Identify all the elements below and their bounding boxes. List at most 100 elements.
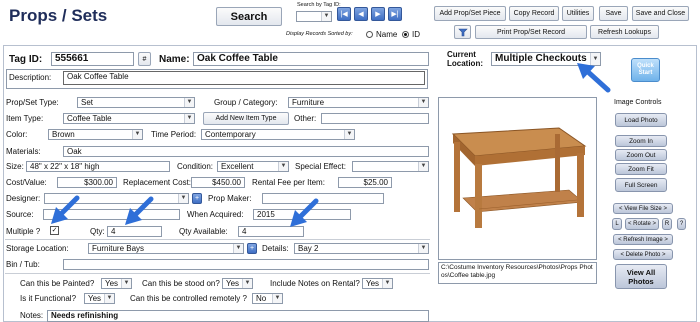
- item-type-combo[interactable]: Coffee Table ▼: [63, 113, 195, 124]
- painted-combo[interactable]: Yes ▼: [101, 278, 132, 289]
- chevron-down-icon: ▼: [104, 294, 114, 303]
- annotation-arrow-multiple: [51, 195, 80, 224]
- cost-value-field[interactable]: $300.00: [57, 177, 117, 188]
- copy-record-button[interactable]: Copy Record: [509, 6, 559, 21]
- description-field[interactable]: Oak Coffee Table: [63, 71, 425, 85]
- replacement-cost-field[interactable]: $450.00: [191, 177, 245, 188]
- filter-button[interactable]: [454, 25, 471, 39]
- zoom-out-button[interactable]: Zoom Out: [615, 149, 667, 161]
- stood-on-label: Can this be stood on?: [142, 279, 220, 288]
- tag-search-combo[interactable]: ▼: [296, 11, 332, 22]
- special-effect-label: Special Effect:: [295, 162, 346, 171]
- add-prop-set-piece-button[interactable]: Add Prop/Set Piece: [434, 6, 506, 21]
- time-period-label: Time Period:: [151, 130, 197, 139]
- print-record-button[interactable]: Print Prop/Set Record: [475, 25, 587, 39]
- zoom-fit-button[interactable]: Zoom Fit: [615, 163, 667, 175]
- remote-value: No: [256, 294, 267, 303]
- replacement-cost-label: Replacement Cost:: [123, 178, 192, 187]
- rotate-button[interactable]: < Rotate >: [625, 218, 659, 230]
- storage-location-combo[interactable]: Furniture Bays ▼: [88, 243, 244, 254]
- view-file-size-button[interactable]: < View File Size >: [613, 203, 673, 214]
- rotate-left-button[interactable]: L: [612, 218, 622, 230]
- cost-value-label: Cost/Value:: [6, 178, 47, 187]
- size-field[interactable]: 48" x 22" x 18" high: [26, 161, 170, 172]
- quick-start-button[interactable]: Quick Start: [631, 58, 660, 82]
- chevron-down-icon: ▼: [418, 244, 428, 253]
- photo-frame: [438, 97, 597, 260]
- notes-label: Notes:: [20, 311, 44, 320]
- utilities-button[interactable]: Utilities: [562, 6, 594, 21]
- add-designer-button[interactable]: +: [192, 193, 202, 204]
- photo-path-text: C:\Costume Inventory Resources\Photos\Pr…: [441, 264, 593, 279]
- prop-set-type-combo[interactable]: Set ▼: [77, 97, 195, 108]
- search-button[interactable]: Search: [216, 7, 282, 26]
- item-type-label: Item Type:: [6, 114, 44, 123]
- include-notes-label: Include Notes on Rental?: [270, 279, 360, 288]
- multiple-checkbox[interactable]: ✓: [50, 226, 59, 235]
- tag-hash-button[interactable]: #: [138, 52, 151, 66]
- materials-label: Materials:: [6, 147, 41, 156]
- bin-tub-field[interactable]: [63, 259, 429, 270]
- remote-label: Can this be controlled remotely ?: [130, 294, 247, 303]
- item-type-value: Coffee Table: [67, 114, 112, 123]
- prev-record-button[interactable]: ◀: [354, 7, 368, 21]
- remote-combo[interactable]: No ▼: [252, 293, 283, 304]
- bin-tub-label: Bin / Tub:: [6, 260, 40, 269]
- prop-maker-field[interactable]: [262, 193, 384, 204]
- last-record-button[interactable]: ▶|: [388, 7, 402, 21]
- color-combo[interactable]: Brown ▼: [48, 129, 143, 140]
- other-field[interactable]: [321, 113, 429, 124]
- refresh-image-button[interactable]: < Refresh Image >: [613, 234, 673, 245]
- group-category-combo[interactable]: Furniture ▼: [288, 97, 429, 108]
- rotate-right-button[interactable]: R: [662, 218, 672, 230]
- add-storage-location-button[interactable]: +: [247, 243, 257, 254]
- include-notes-value: Yes: [366, 279, 380, 288]
- details-combo[interactable]: Bay 2 ▼: [294, 243, 429, 254]
- stood-on-combo[interactable]: Yes ▼: [222, 278, 253, 289]
- chevron-down-icon: ▼: [184, 114, 194, 123]
- sort-label: Display Records Sorted by:: [286, 31, 353, 37]
- load-photo-button[interactable]: Load Photo: [615, 113, 667, 127]
- save-button[interactable]: Save: [599, 6, 628, 21]
- refresh-lookups-button[interactable]: Refresh Lookups: [590, 25, 659, 39]
- view-all-photos-button[interactable]: View All Photos: [615, 264, 667, 289]
- tag-id-label: Tag ID:: [9, 54, 43, 65]
- first-record-button[interactable]: |◀: [337, 7, 351, 21]
- condition-combo[interactable]: Excellent ▼: [217, 161, 289, 172]
- sort-name-radio[interactable]: [366, 31, 373, 38]
- next-record-button[interactable]: ▶: [371, 7, 385, 21]
- chevron-down-icon: ▼: [344, 130, 354, 139]
- prop-set-type-label: Prop/Set Type:: [6, 98, 59, 107]
- sort-id-radio[interactable]: [402, 31, 409, 38]
- search-by-tag-label: Search by Tag ID:: [297, 2, 341, 8]
- rental-fee-field[interactable]: $25.00: [338, 177, 392, 188]
- notes-field[interactable]: Needs refinishing: [47, 310, 429, 322]
- delete-photo-button[interactable]: < Delete Photo >: [613, 249, 673, 260]
- special-effect-combo[interactable]: ▼: [352, 161, 429, 172]
- functional-combo[interactable]: Yes ▼: [84, 293, 115, 304]
- help-button[interactable]: ?: [677, 218, 686, 230]
- full-screen-button[interactable]: Full Screen: [615, 178, 667, 192]
- include-notes-combo[interactable]: Yes ▼: [362, 278, 393, 289]
- chevron-down-icon: ▼: [121, 279, 131, 288]
- stood-on-value: Yes: [226, 279, 240, 288]
- tag-id-field[interactable]: 555661: [51, 52, 134, 66]
- other-label: Other:: [294, 114, 317, 123]
- functional-label: Is it Functional?: [20, 294, 77, 303]
- sort-id-label: ID: [412, 30, 420, 39]
- chevron-down-icon: ▼: [382, 279, 392, 288]
- group-category-label: Group / Category:: [214, 98, 278, 107]
- qty-field[interactable]: 4: [107, 226, 162, 237]
- time-period-combo[interactable]: Contemporary ▼: [201, 129, 355, 140]
- chevron-down-icon: ▼: [321, 12, 331, 21]
- materials-field[interactable]: Oak: [63, 146, 429, 157]
- multiple-label: Multiple ?: [6, 227, 41, 236]
- name-field[interactable]: Oak Coffee Table: [193, 52, 429, 66]
- qty-available-label: Qty Available:: [179, 227, 228, 236]
- color-value: Brown: [52, 130, 75, 139]
- save-and-close-button[interactable]: Save and Close: [632, 6, 689, 21]
- chevron-down-icon: ▼: [132, 130, 142, 139]
- zoom-in-button[interactable]: Zoom In: [615, 135, 667, 147]
- add-new-item-type-button[interactable]: Add New Item Type: [203, 112, 289, 125]
- coffee-table-photo: [451, 127, 587, 228]
